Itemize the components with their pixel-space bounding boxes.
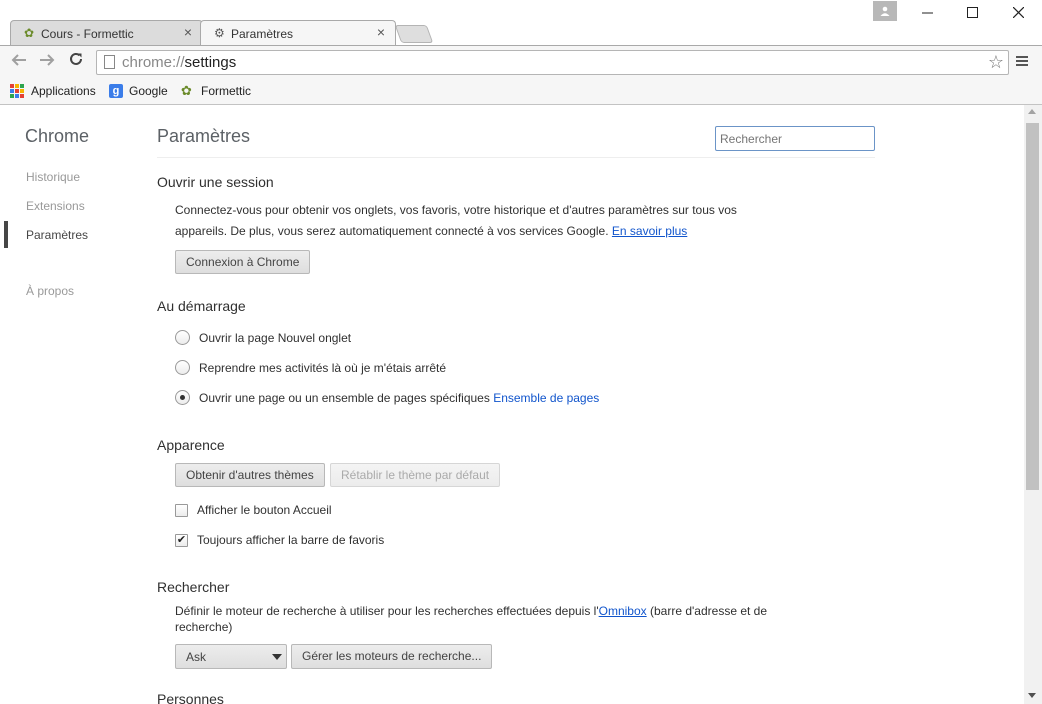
bookmark-label: Google [129, 84, 168, 98]
sidebar-item-extensions[interactable]: Extensions [26, 199, 85, 213]
show-bookmarks-option[interactable]: ✔ Toujours afficher la barre de favoris [175, 533, 384, 547]
search-desc-line1: Définir le moteur de recherche à utilise… [175, 604, 599, 618]
radio-label: Reprendre mes activités là où je m'étais… [199, 360, 447, 375]
hamburger-line [1016, 64, 1028, 66]
forward-arrow-icon [40, 54, 55, 66]
section-appearance-title: Apparence [157, 437, 225, 453]
bookmark-label: Applications [31, 84, 96, 98]
section-signin-title: Ouvrir une session [157, 174, 274, 190]
radio-button[interactable] [175, 330, 190, 345]
sidebar-item-a-propos[interactable]: À propos [26, 284, 74, 298]
reset-theme-button: Rétablir le thème par défaut [330, 463, 501, 487]
radio-button[interactable] [175, 360, 190, 375]
close-icon[interactable]: × [375, 25, 387, 39]
minimize-icon [921, 12, 933, 14]
bookmark-formettic[interactable]: ✿ Formettic [181, 82, 251, 100]
section-startup-title: Au démarrage [157, 298, 246, 314]
close-window-button[interactable] [1003, 2, 1033, 26]
tab-parametres[interactable]: ⚙ Paramètres × [200, 20, 396, 45]
get-themes-button[interactable]: Obtenir d'autres thèmes [175, 463, 325, 487]
hamburger-line [1016, 60, 1028, 62]
signin-line2: appareils. De plus, vous serez automatiq… [175, 224, 609, 238]
bookmark-google[interactable]: g Google [109, 82, 168, 100]
bookmarks-bar: Applications g Google ✿ Formettic [0, 78, 1042, 105]
startup-option-newtab[interactable]: Ouvrir la page Nouvel onglet [175, 330, 351, 345]
address-bar[interactable]: chrome://settings ☆ [96, 50, 1009, 75]
chrome-menu-button[interactable] [1014, 54, 1030, 70]
apps-grid-icon [10, 84, 24, 98]
search-engine-select[interactable]: Ask [175, 644, 287, 669]
minimize-button[interactable] [912, 2, 942, 26]
close-icon [1012, 6, 1024, 19]
formettic-icon: ✿ [24, 26, 35, 40]
title-divider [157, 157, 875, 158]
settings-search-input[interactable] [715, 126, 875, 151]
search-desc-after: (barre d'adresse et de [646, 604, 768, 618]
url-text: chrome://settings [122, 54, 236, 71]
tab-label: Cours - Formettic [41, 27, 134, 41]
manage-search-engines-button[interactable]: Gérer les moteurs de recherche... [291, 644, 493, 669]
profile-button[interactable] [873, 1, 897, 21]
sidebar-selected-marker [4, 221, 8, 248]
section-search-title: Rechercher [157, 579, 230, 595]
user-icon [880, 6, 890, 16]
sidebar-title: Chrome [25, 126, 90, 146]
scroll-up-arrow-icon[interactable] [1028, 109, 1036, 114]
close-icon[interactable]: × [182, 25, 194, 39]
startup-option-continue[interactable]: Reprendre mes activités là où je m'étais… [175, 360, 446, 375]
gear-icon: ⚙ [214, 26, 225, 40]
page-title: Paramètres [157, 126, 251, 146]
back-arrow-icon [11, 54, 26, 66]
signin-line1: Connectez-vous pour obtenir vos onglets,… [175, 203, 737, 217]
google-icon: g [109, 84, 123, 98]
back-button[interactable] [8, 51, 30, 73]
bookmark-label: Formettic [201, 84, 252, 98]
sidebar-item-parametres[interactable]: Paramètres [26, 228, 88, 242]
url-path: settings [184, 54, 237, 71]
scrollbar[interactable] [1024, 105, 1042, 704]
toolbar: chrome://settings ☆ [0, 45, 1042, 78]
tab-label: Paramètres [231, 27, 294, 41]
signin-description: Connectez-vous pour obtenir vos onglets,… [175, 200, 737, 242]
selected-engine: Ask [186, 650, 207, 664]
search-desc-line1-wrap: Définir le moteur de recherche à utilise… [175, 603, 767, 619]
checkbox-label: Afficher le bouton Accueil [197, 503, 332, 517]
learn-more-link[interactable]: En savoir plus [612, 224, 687, 238]
show-home-option[interactable]: Afficher le bouton Accueil [175, 503, 332, 517]
radio-button-checked[interactable] [175, 390, 190, 405]
reload-icon [70, 52, 82, 65]
maximize-icon [966, 7, 978, 18]
maximize-button[interactable] [957, 2, 987, 26]
section-people-title: Personnes [157, 691, 224, 704]
search-desc-line2: recherche) [175, 620, 233, 634]
new-tab-button[interactable] [394, 25, 434, 43]
formettic-icon: ✿ [181, 83, 192, 98]
scroll-thumb[interactable] [1026, 123, 1039, 490]
reload-button[interactable] [65, 51, 87, 73]
scroll-down-arrow-icon[interactable] [1028, 693, 1036, 698]
page-icon [104, 55, 115, 69]
bookmark-star-icon[interactable]: ☆ [988, 52, 1004, 73]
omnibox-link[interactable]: Omnibox [599, 604, 647, 618]
checkbox-checked[interactable]: ✔ [175, 533, 188, 547]
checkbox-label: Toujours afficher la barre de favoris [197, 533, 385, 547]
bookmark-applications[interactable]: Applications [10, 82, 96, 100]
set-pages-link[interactable]: Ensemble de pages [493, 391, 599, 405]
url-scheme: chrome:// [122, 54, 185, 71]
startup-option-specific-pages[interactable]: Ouvrir une page ou un ensemble de pages … [175, 390, 599, 405]
radio-label: Ouvrir une page ou un ensemble de pages … [199, 390, 490, 405]
signin-button[interactable]: Connexion à Chrome [175, 250, 311, 274]
tab-strip: ✿ Cours - Formettic × ⚙ Paramètres × [0, 17, 1042, 45]
title-bar: ✿ Cours - Formettic × ⚙ Paramètres × [0, 0, 1042, 45]
sidebar-item-historique[interactable]: Historique [26, 170, 80, 184]
radio-label: Ouvrir la page Nouvel onglet [199, 330, 352, 345]
dropdown-arrow-icon [272, 654, 282, 660]
forward-button[interactable] [36, 51, 58, 73]
checkbox[interactable] [175, 503, 188, 517]
hamburger-line [1016, 56, 1028, 58]
signin-line2-wrap: appareils. De plus, vous serez automatiq… [175, 221, 737, 242]
settings-page: Chrome Historique Extensions Paramètres … [0, 105, 1024, 704]
tab-cours-formettic[interactable]: ✿ Cours - Formettic × [10, 20, 203, 45]
search-description: Définir le moteur de recherche à utilise… [175, 603, 767, 635]
